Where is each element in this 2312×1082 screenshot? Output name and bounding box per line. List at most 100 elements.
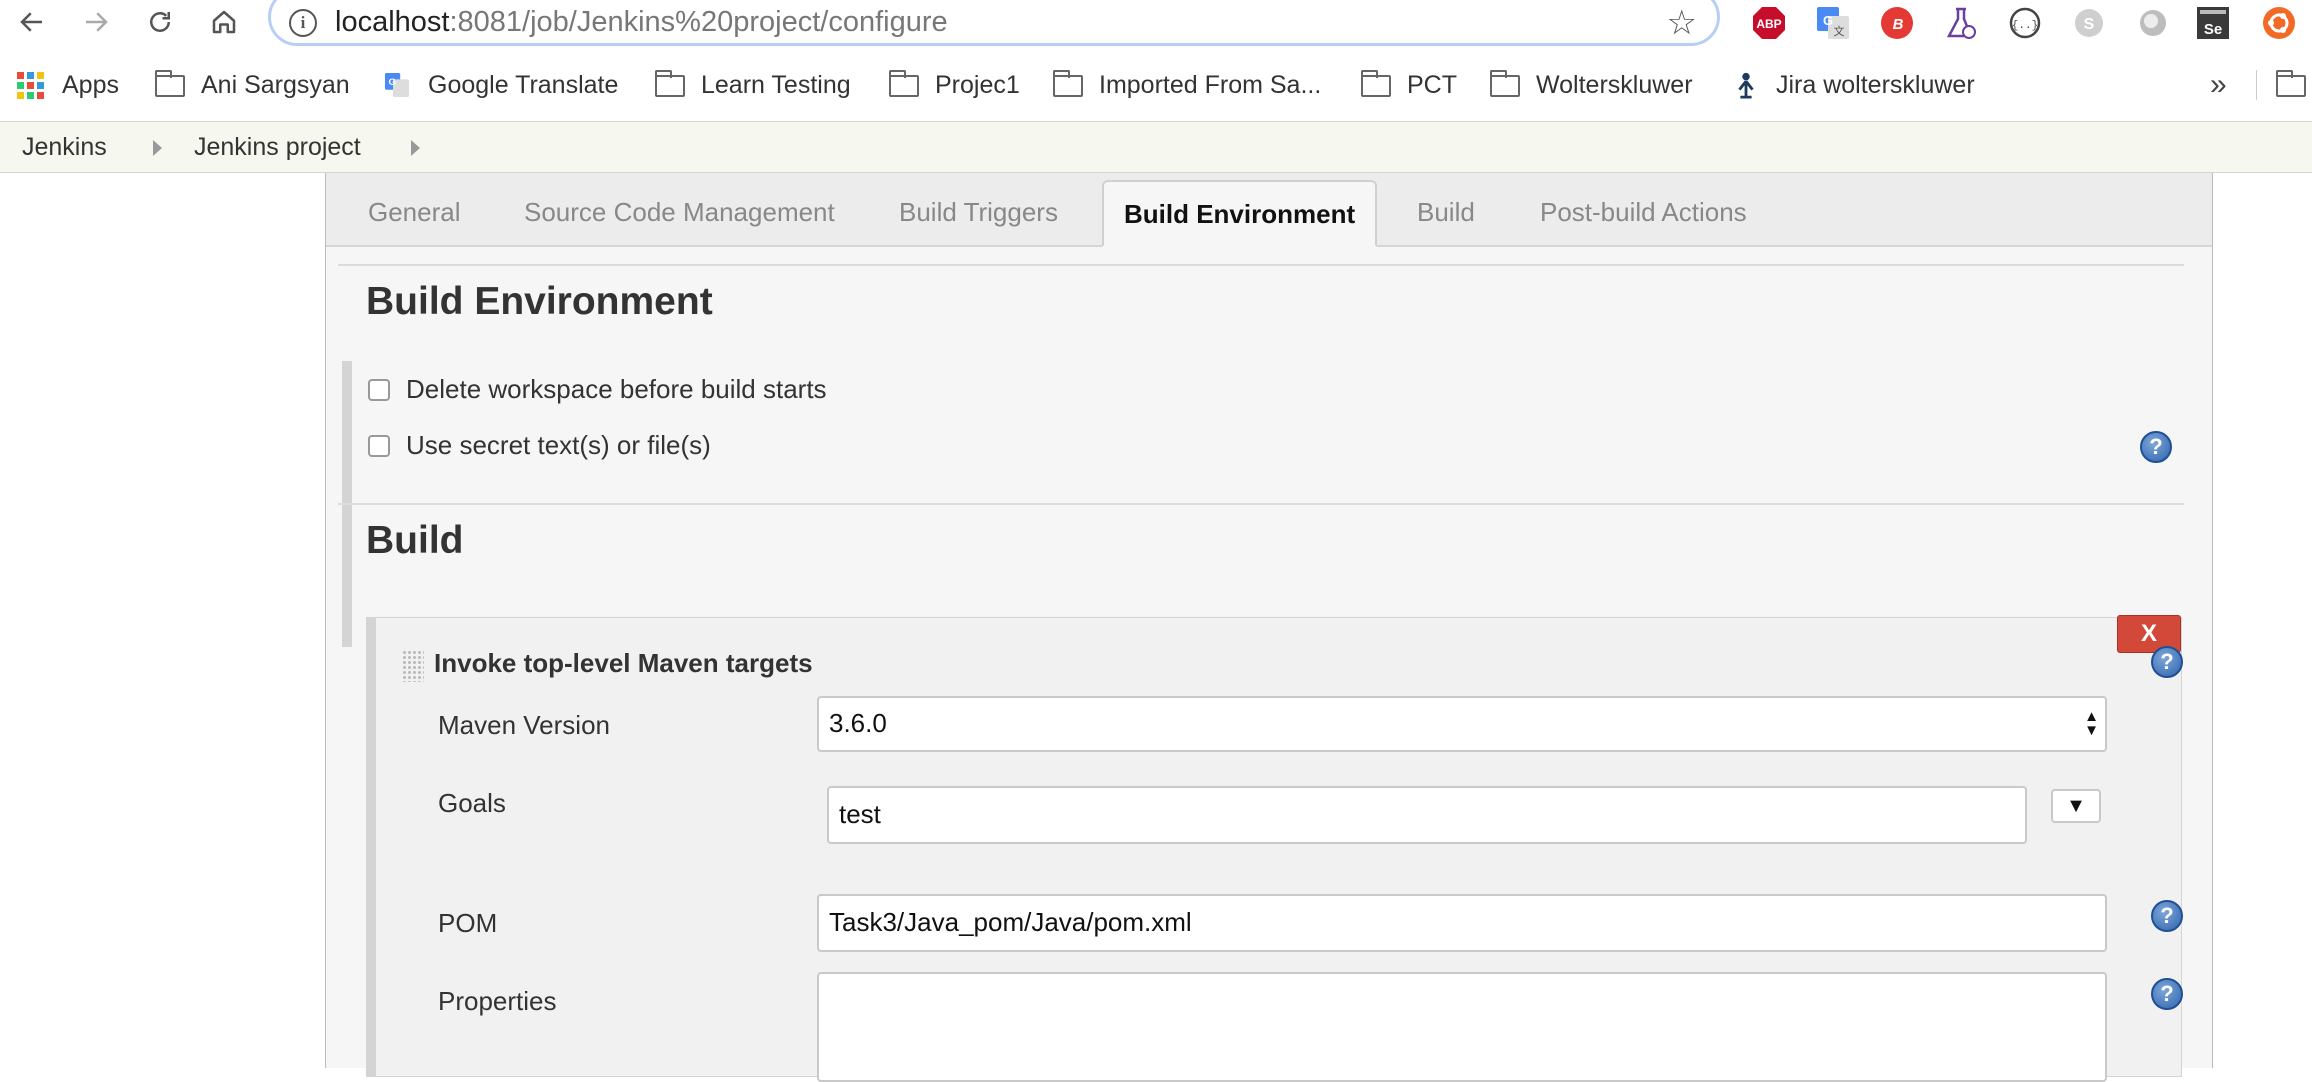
maven-version-select[interactable]: 3.6.0 ▲ ▼ (817, 696, 2107, 752)
maven-version-value: 3.6.0 (829, 708, 887, 738)
url-text[interactable]: localhost:8081/job/Jenkins%20project/con… (335, 6, 948, 39)
jira-icon (1738, 72, 1754, 99)
bookmark-label: Imported From Sa... (1099, 70, 1322, 99)
bookmark-label: Projec1 (935, 70, 1020, 99)
svg-text:S: S (2084, 16, 2095, 33)
json-viewer-icon[interactable]: {..} (2008, 6, 2042, 40)
folder-icon (1489, 70, 1520, 97)
help-icon[interactable]: ? (2151, 900, 2183, 932)
bookmark-projec1[interactable]: Projec1 (888, 68, 1020, 102)
svg-text:{..}: {..} (2012, 20, 2038, 32)
bookmark-label: PCT (1407, 70, 1457, 99)
bookmark-label: Learn Testing (701, 70, 851, 99)
bookmark-jira[interactable]: Jira wolterskluwer (1732, 68, 1975, 102)
google-translate-icon: G (385, 73, 409, 97)
selenium-icon[interactable]: Se (2196, 6, 2230, 40)
url-path: :8081/job/Jenkins%20project/configure (449, 6, 948, 38)
folder-icon (1052, 70, 1083, 97)
bookmark-folder-overflow[interactable] (2275, 68, 2312, 102)
bookmark-apps[interactable]: Apps (17, 68, 119, 102)
folder-icon (654, 70, 685, 97)
bookmark-label: Apps (62, 70, 119, 99)
google-translate-icon[interactable]: G文 (1816, 6, 1850, 40)
tab-build[interactable]: Build (1417, 197, 1475, 228)
breadcrumb-arrow-icon[interactable] (411, 140, 420, 156)
option-label: Use secret text(s) or file(s) (406, 430, 711, 460)
bookmark-wolterskluwer[interactable]: Wolterskluwer (1489, 68, 1693, 102)
home-button[interactable] (202, 0, 246, 44)
bookmark-pct[interactable]: PCT (1360, 68, 1457, 102)
divider (2256, 70, 2257, 100)
build-step-maven: Invoke top-level Maven targets X ? Maven… (366, 615, 2183, 1082)
select-arrows-icon: ▲ ▼ (2084, 708, 2099, 739)
help-icon[interactable]: ? (2140, 431, 2172, 463)
section-title-build: Build (366, 519, 464, 562)
breadcrumb-arrow-icon[interactable] (153, 140, 162, 156)
svg-text:B: B (1893, 16, 1904, 33)
tab-build-environment[interactable]: Build Environment (1102, 180, 1378, 247)
tab-post-build-actions[interactable]: Post-build Actions (1540, 197, 1747, 228)
goals-input[interactable]: test (827, 786, 2027, 844)
option-delete-workspace[interactable]: Delete workspace before build starts (368, 374, 827, 405)
option-use-secret[interactable]: Use secret text(s) or file(s) (368, 430, 711, 461)
drag-handle-icon[interactable] (402, 650, 424, 682)
bookmark-star-icon[interactable]: ☆ (1667, 3, 1697, 43)
browser-toolbar: i localhost:8081/job/Jenkins%20project/c… (0, 0, 2312, 46)
bookmark-ani-sargsyan[interactable]: Ani Sargsyan (154, 68, 350, 102)
breadcrumb: Jenkins Jenkins project (0, 121, 2312, 173)
help-icon[interactable]: ? (2151, 646, 2183, 678)
pom-label: POM (438, 908, 498, 938)
breadcrumb-jenkins-project[interactable]: Jenkins project (194, 133, 361, 162)
tab-general[interactable]: General (368, 197, 461, 228)
home-icon (212, 10, 236, 34)
option-label: Delete workspace before build starts (406, 374, 827, 404)
ubuntu-icon[interactable] (2262, 6, 2296, 40)
folder-icon (2275, 70, 2306, 97)
url-host: localhost (335, 6, 450, 38)
help-icon[interactable]: ? (2151, 978, 2183, 1010)
tab-source-code-management[interactable]: Source Code Management (524, 197, 835, 228)
bookmark-label: Google Translate (428, 70, 619, 99)
adblock-plus-icon[interactable]: ABP (1752, 6, 1786, 40)
apps-grid-icon (17, 71, 44, 99)
maven-version-label: Maven Version (438, 710, 610, 740)
back-button[interactable] (10, 0, 54, 44)
circle-extension-icon[interactable] (2136, 6, 2170, 40)
bookmarks-bar: Apps Ani Sargsyan G Google Translate Lea… (0, 60, 2312, 110)
config-panel: General Source Code Management Build Tri… (325, 173, 2213, 1082)
bookmark-google-translate[interactable]: G Google Translate (382, 68, 618, 102)
breadcrumb-jenkins[interactable]: Jenkins (22, 133, 107, 162)
info-icon[interactable]: i (289, 9, 317, 37)
checkbox[interactable] (368, 378, 390, 401)
reload-icon (150, 12, 170, 32)
properties-textarea[interactable] (817, 972, 2107, 1082)
folder-icon (154, 70, 185, 97)
reload-button[interactable] (138, 0, 182, 44)
folder-icon (888, 70, 919, 97)
bookmark-imported-from[interactable]: Imported From Sa... (1052, 68, 1322, 102)
forward-button[interactable] (74, 0, 118, 44)
more-bookmarks-button[interactable]: » (2210, 68, 2227, 102)
divider (338, 264, 2184, 266)
address-bar[interactable]: i localhost:8081/job/Jenkins%20project/c… (268, 0, 1720, 46)
goals-expand-button[interactable]: ▼ (2051, 789, 2101, 823)
tab-build-triggers[interactable]: Build Triggers (899, 197, 1058, 228)
arrow-right-icon (86, 12, 108, 32)
checkbox[interactable] (368, 434, 390, 457)
config-tabs: General Source Code Management Build Tri… (326, 173, 2212, 247)
skype-icon[interactable]: S (2072, 6, 2106, 40)
svg-text:ABP: ABP (1756, 17, 1781, 31)
svg-text:G: G (1823, 13, 1833, 28)
flask-icon[interactable] (1944, 6, 1978, 40)
bookmark-learn-testing[interactable]: Learn Testing (654, 68, 851, 102)
folder-icon (1360, 70, 1391, 97)
build-step-title: Invoke top-level Maven targets (434, 648, 813, 678)
svg-text:文: 文 (1834, 24, 1845, 38)
extension-red-icon[interactable]: B (1880, 6, 1914, 40)
svg-text:Se: Se (2204, 21, 2222, 38)
svg-text:G: G (388, 77, 395, 88)
arrow-left-icon (20, 12, 42, 32)
properties-label: Properties (438, 986, 557, 1016)
pom-input[interactable]: Task3/Java_pom/Java/pom.xml (817, 894, 2107, 952)
bookmark-label: Ani Sargsyan (201, 70, 350, 99)
